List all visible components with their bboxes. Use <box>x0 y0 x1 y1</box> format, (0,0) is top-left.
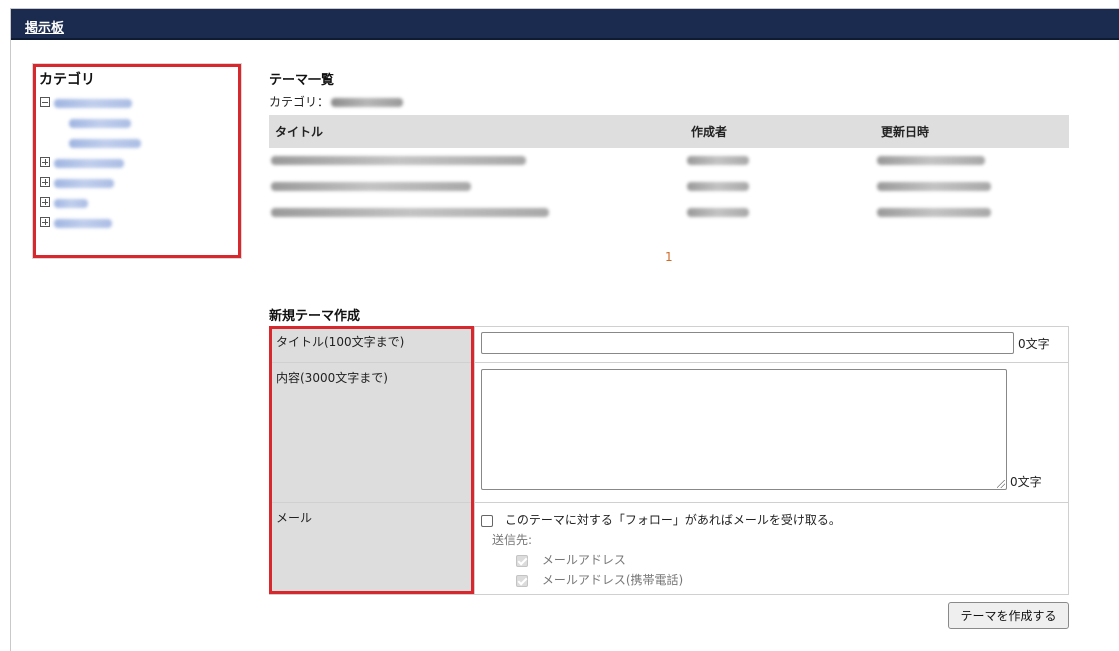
expand-icon[interactable] <box>40 157 50 167</box>
content-char-count: 0文字 <box>1010 475 1042 489</box>
category-link-redacted[interactable] <box>69 139 141 148</box>
cell-author <box>685 148 875 174</box>
col-updated: 更新日時 <box>875 115 1069 148</box>
send-mobile-label: メールアドレス(携帯電話) <box>541 573 684 587</box>
col-title: タイトル <box>269 115 685 148</box>
resize-handle-icon[interactable] <box>997 480 1005 488</box>
category-sidebar: カテゴリ <box>32 63 242 259</box>
create-theme-button[interactable]: テーマを作成する <box>948 602 1069 629</box>
follow-mail-label: このテーマに対する「フォロー」があればメールを受け取る。 <box>504 513 841 527</box>
cell-title[interactable] <box>269 174 685 200</box>
title-redacted <box>271 182 471 191</box>
title-bar: 掲示板 <box>11 9 1119 40</box>
theme-title-input[interactable] <box>481 332 1014 354</box>
theme-table: タイトル 作成者 更新日時 <box>269 115 1069 226</box>
date-redacted <box>877 208 991 217</box>
send-email-checkbox[interactable] <box>516 554 528 567</box>
cell-date <box>875 148 1069 174</box>
category-link-redacted[interactable] <box>69 119 131 128</box>
table-header: タイトル 作成者 更新日時 <box>269 115 1069 148</box>
cell-author <box>685 200 875 226</box>
category-label: カテゴリ： <box>269 95 330 109</box>
cell-date <box>875 200 1069 226</box>
new-theme-form: タイトル(100文字まで) 0文字 内容(3000文字まで) 0文字 メール こ… <box>269 326 1069 595</box>
cell-date <box>875 174 1069 200</box>
col-author: 作成者 <box>685 115 875 148</box>
send-email-label: メールアドレス <box>541 553 626 567</box>
author-redacted <box>687 208 749 217</box>
table-row[interactable] <box>269 148 1069 174</box>
cell-author <box>685 174 875 200</box>
sidebar-title: カテゴリ <box>39 72 95 88</box>
expand-icon[interactable] <box>40 217 50 227</box>
cell-title[interactable] <box>269 148 685 174</box>
author-redacted <box>687 182 749 191</box>
table-row[interactable] <box>269 174 1069 200</box>
send-to-label: 送信先: <box>492 533 533 547</box>
new-theme-title: 新規テーマ作成 <box>269 309 361 324</box>
expand-icon[interactable] <box>40 177 50 187</box>
date-redacted <box>877 156 985 165</box>
author-redacted <box>687 156 749 165</box>
content-field-label: 内容(3000文字まで) <box>269 362 475 503</box>
table-row[interactable] <box>269 200 1069 226</box>
category-link-redacted[interactable] <box>54 159 124 168</box>
date-redacted <box>877 182 991 191</box>
follow-mail-checkbox[interactable] <box>481 514 493 527</box>
cell-title[interactable] <box>269 200 685 226</box>
theme-content-textarea[interactable] <box>481 369 1007 490</box>
title-redacted <box>271 208 549 217</box>
current-category: カテゴリ： <box>269 93 404 110</box>
page-title-link[interactable]: 掲示板 <box>25 17 64 36</box>
title-field-label: タイトル(100文字まで) <box>269 326 475 363</box>
mail-field-label: メール <box>269 502 475 595</box>
collapse-icon[interactable] <box>40 97 50 107</box>
theme-list-title: テーマ一覧 <box>269 73 335 88</box>
expand-icon[interactable] <box>40 197 50 207</box>
category-name-redacted <box>331 98 404 107</box>
title-char-count: 0文字 <box>1018 336 1050 351</box>
category-link-redacted[interactable] <box>54 219 112 228</box>
category-link-redacted[interactable] <box>54 99 132 108</box>
category-link-redacted[interactable] <box>54 179 114 188</box>
title-redacted <box>271 156 526 165</box>
pager-page-1[interactable]: 1 <box>665 250 673 264</box>
category-link-redacted[interactable] <box>54 199 88 208</box>
send-mobile-checkbox[interactable] <box>516 574 528 587</box>
